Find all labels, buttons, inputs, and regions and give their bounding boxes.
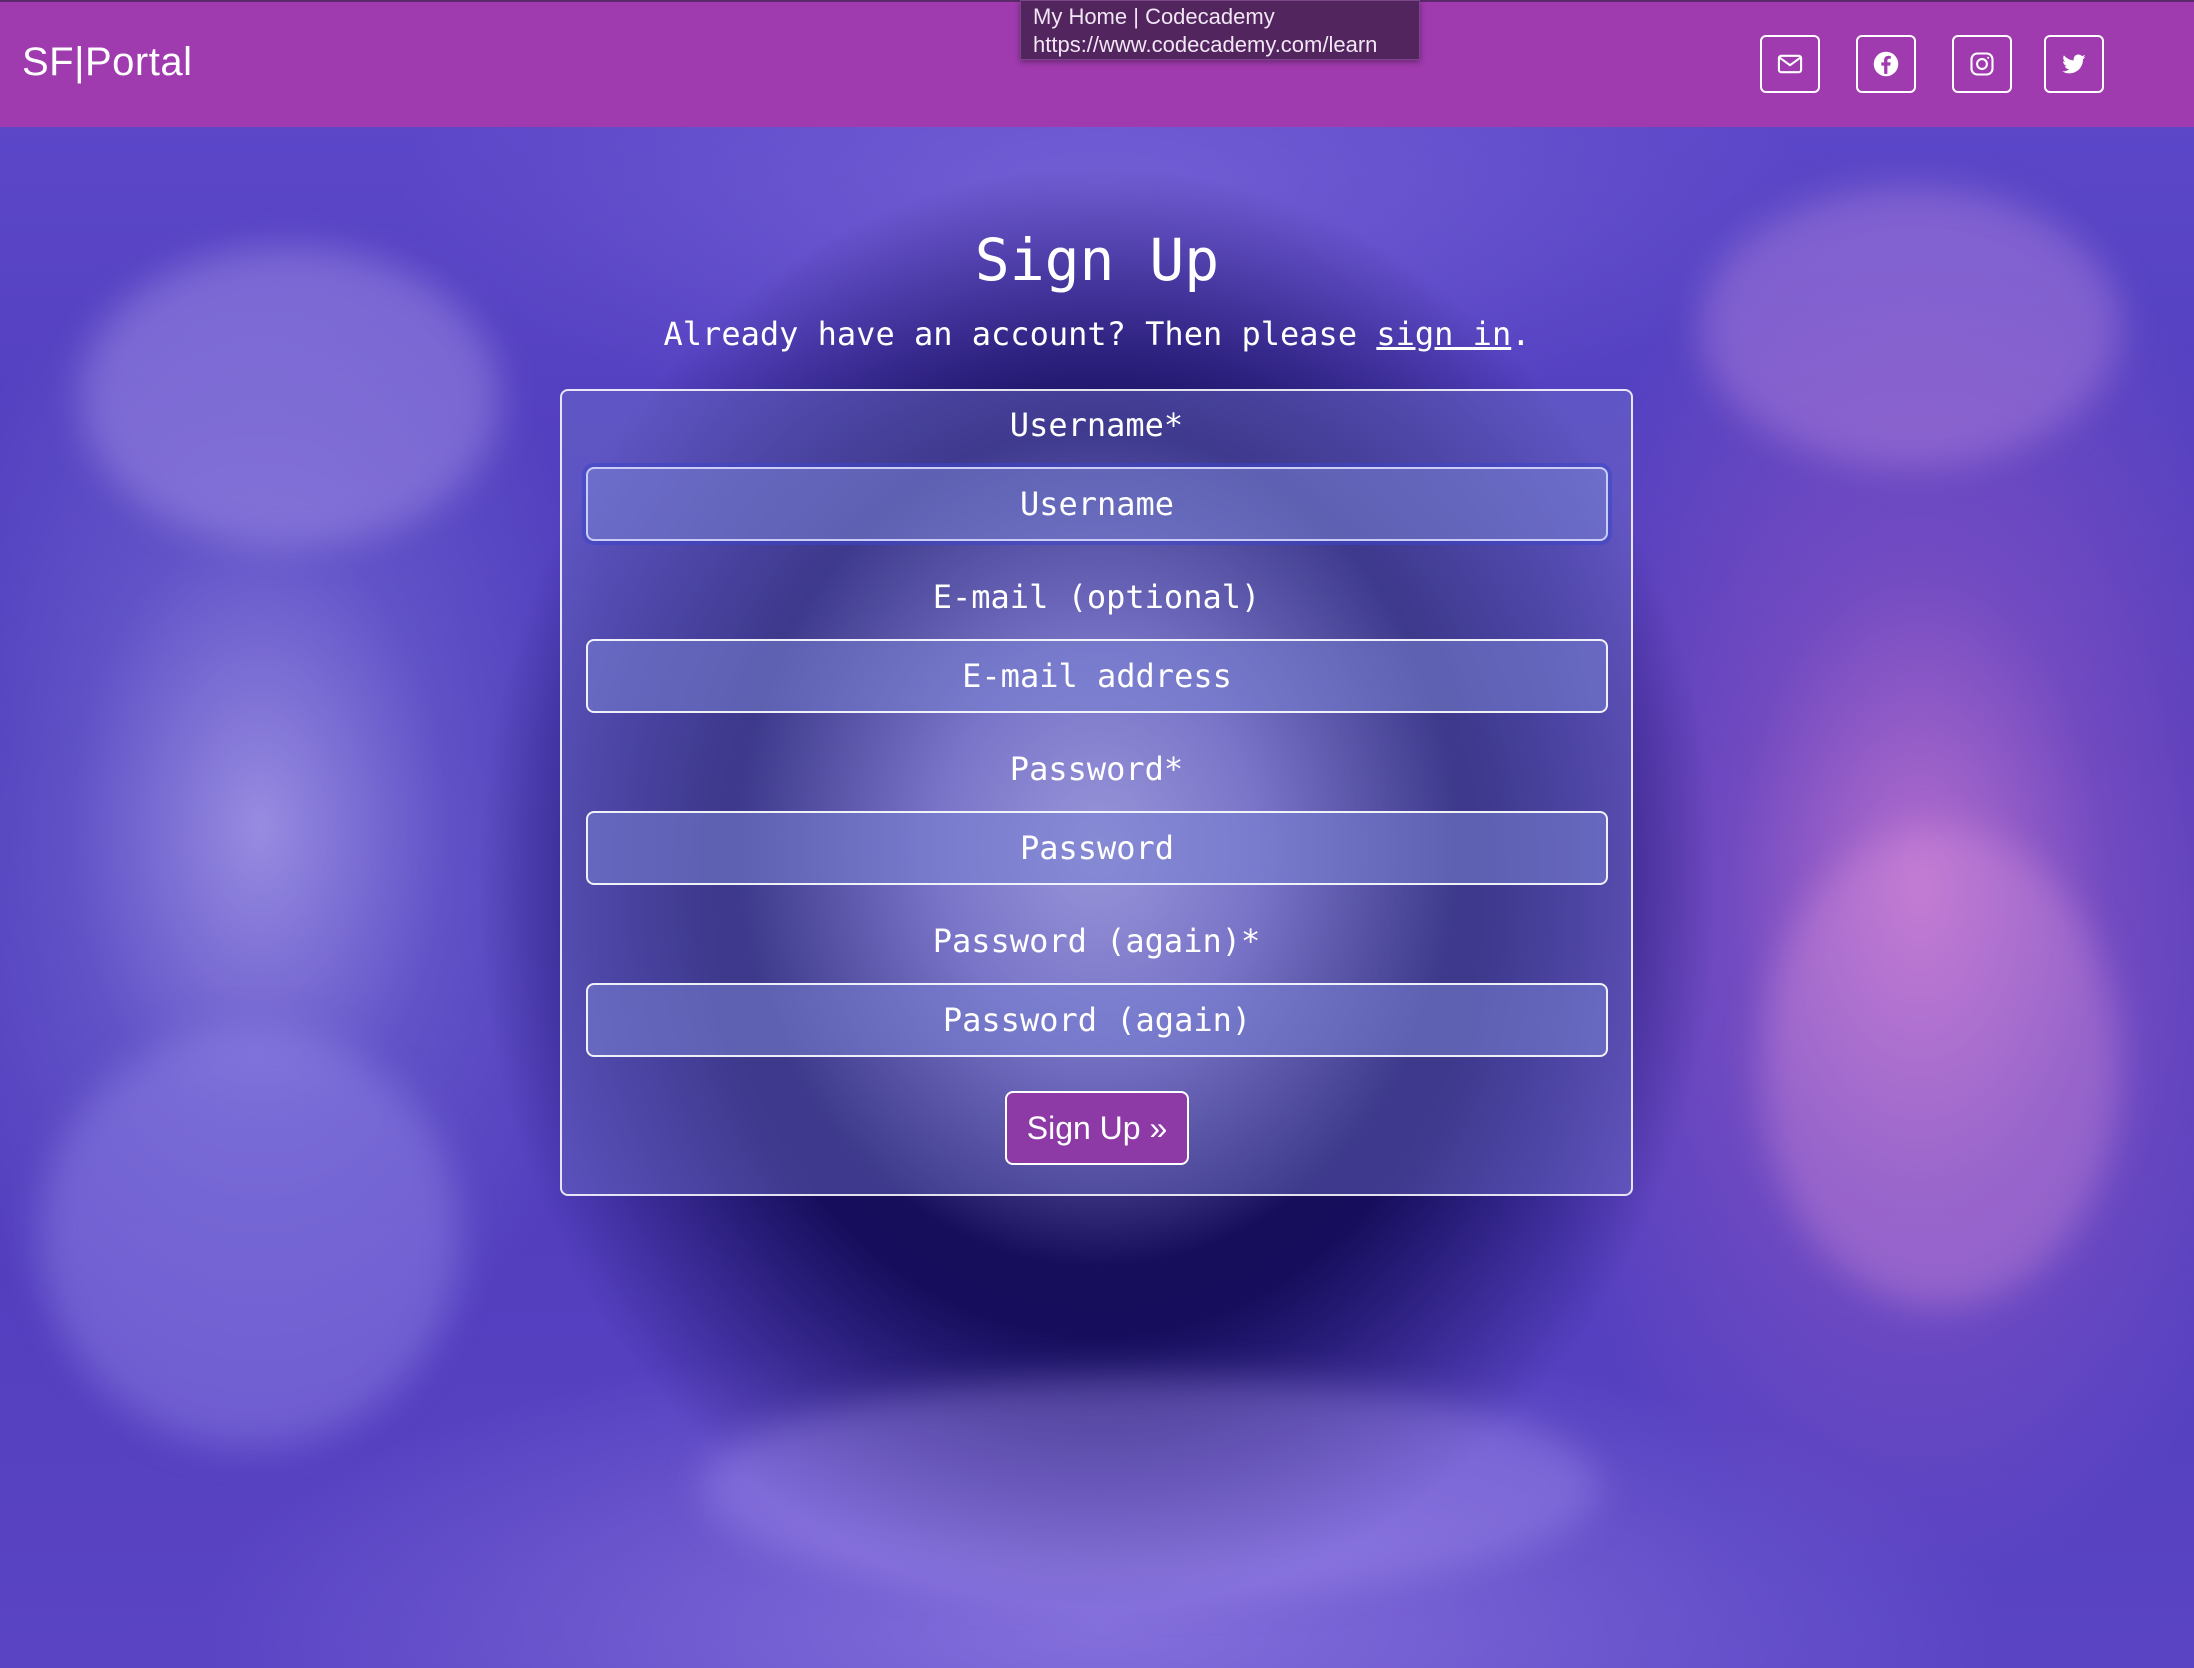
- facebook-button[interactable]: [1856, 35, 1916, 93]
- twitter-button[interactable]: [2044, 35, 2104, 93]
- page-title: Sign Up: [974, 226, 1220, 294]
- facebook-icon: [1873, 51, 1899, 77]
- signin-prompt: Already have an account? Then please sig…: [0, 312, 2194, 356]
- email-button[interactable]: [1760, 35, 1820, 93]
- link-hover-tooltip: My Home | Codecademy https://www.codecad…: [1020, 0, 1420, 60]
- instagram-icon: [1970, 52, 1994, 76]
- envelope-icon: [1777, 54, 1803, 74]
- username-label: Username*: [1009, 406, 1184, 444]
- tooltip-url: https://www.codecademy.com/learn: [1033, 32, 1378, 57]
- email-label: E-mail (optional): [932, 578, 1261, 616]
- signin-link[interactable]: sign in: [1376, 315, 1511, 353]
- username-input[interactable]: [586, 467, 1608, 541]
- password-again-input[interactable]: [586, 983, 1608, 1057]
- email-input[interactable]: [586, 639, 1608, 713]
- signin-prompt-suffix: .: [1511, 315, 1531, 353]
- password-again-label: Password (again)*: [932, 922, 1261, 960]
- signup-submit-button[interactable]: Sign Up »: [1005, 1091, 1189, 1165]
- password-input[interactable]: [586, 811, 1608, 885]
- password-label: Password*: [1009, 750, 1184, 788]
- instagram-button[interactable]: [1952, 35, 2012, 93]
- brand-logo-link[interactable]: SF|Portal: [22, 40, 193, 85]
- twitter-icon: [2062, 54, 2086, 74]
- tooltip-title: My Home | Codecademy: [1033, 4, 1275, 29]
- signin-prompt-text: Already have an account? Then please: [663, 315, 1377, 353]
- signup-form: Username* E-mail (optional) Password* Pa…: [560, 389, 1633, 1196]
